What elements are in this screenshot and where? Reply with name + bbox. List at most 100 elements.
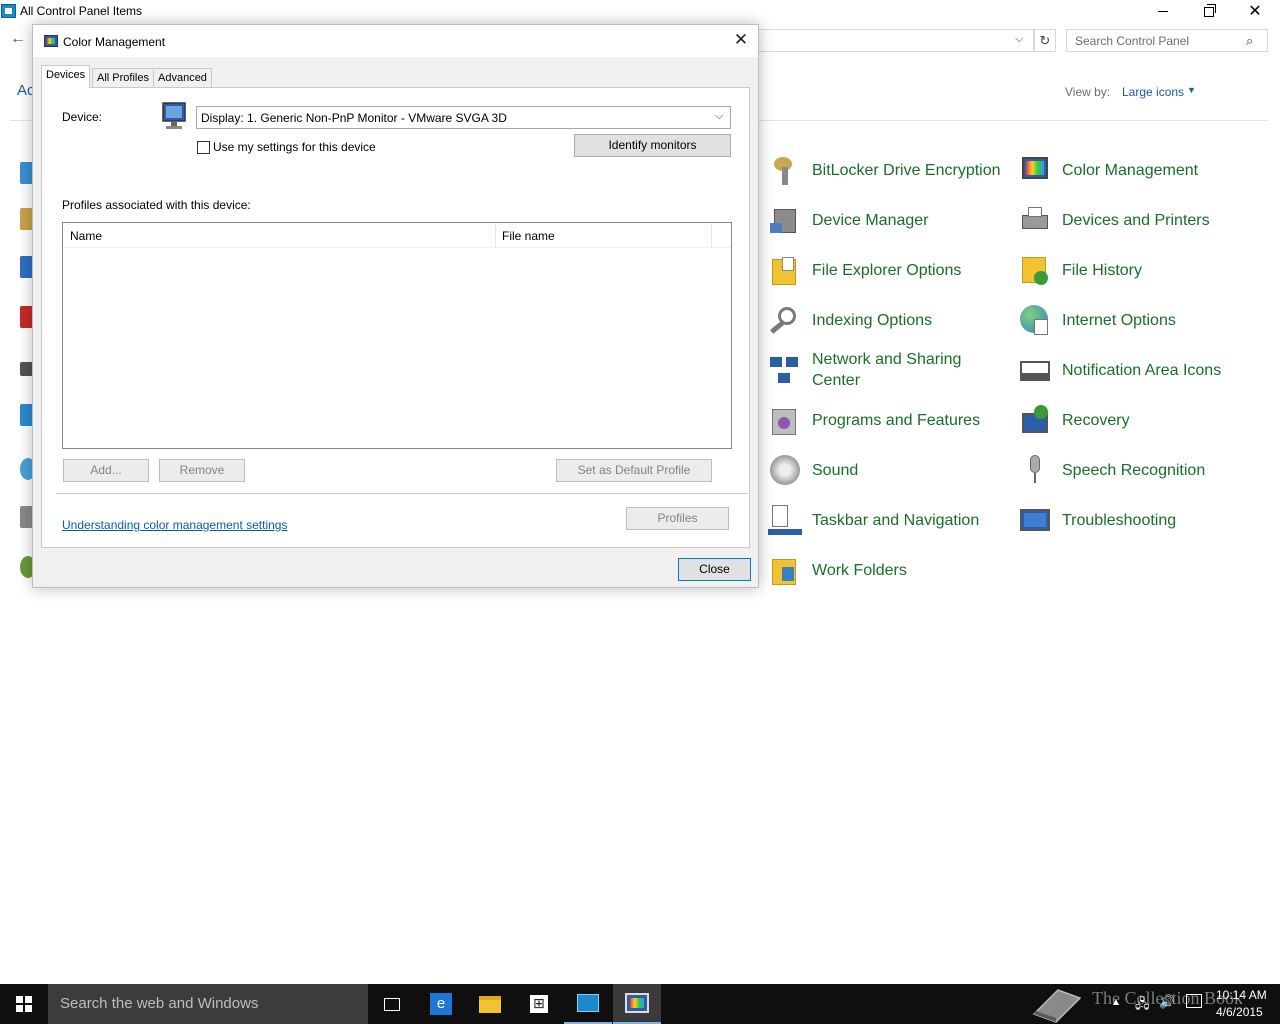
browser-icon: e [430, 993, 452, 1015]
chevron-down-icon[interactable]: ⌵ [715, 110, 723, 123]
taskbar-store[interactable] [515, 984, 563, 1024]
view-by-label: View by: [1065, 85, 1111, 99]
identify-monitors-button[interactable]: Identify monitors [574, 134, 731, 157]
clock-date[interactable]: 4/6/2015 [1216, 1005, 1263, 1019]
address-bar[interactable] [758, 29, 1034, 52]
programs-icon [768, 403, 802, 437]
tab-devices[interactable]: Devices [41, 65, 91, 88]
cp-item-troubleshooting[interactable]: Troubleshooting [1018, 503, 1176, 537]
cp-item-label: File History [1062, 261, 1143, 279]
minimize-icon [1158, 11, 1168, 12]
book-icon [1032, 989, 1082, 1023]
set-default-profile-button[interactable]: Set as Default Profile [556, 459, 712, 482]
column-header-name[interactable]: Name [63, 223, 496, 247]
store-icon [530, 995, 548, 1013]
use-my-settings-checkbox[interactable] [197, 141, 210, 154]
divider [63, 247, 731, 248]
cp-item-label: Troubleshooting [1062, 511, 1177, 529]
microphone-icon [1018, 453, 1052, 487]
cp-item-indexing-options[interactable]: Indexing Options [768, 303, 932, 337]
cp-item-label: Recovery [1062, 411, 1130, 429]
control-panel-titlebar: All Control Panel Items ✕ [0, 0, 1280, 23]
cp-item-speech-recognition[interactable]: Speech Recognition [1018, 453, 1205, 487]
search-control-panel-input[interactable]: Search Control Panel [1066, 29, 1268, 52]
cp-item-devices-printers[interactable]: Devices and Printers [1018, 203, 1210, 237]
search-icon: ⌕ [1246, 33, 1254, 48]
use-my-settings-label[interactable]: Use my settings for this device [213, 140, 376, 154]
column-header-file-name[interactable]: File name [496, 223, 712, 247]
cp-item-device-manager[interactable]: Device Manager [768, 203, 929, 237]
minimize-button[interactable] [1140, 0, 1186, 23]
profiles-list[interactable]: Name File name [62, 222, 732, 449]
view-by-dropdown[interactable]: Large icons [1122, 85, 1184, 99]
cp-item-label: Work Folders [812, 561, 907, 579]
tab-all-profiles[interactable]: All Profiles [92, 68, 154, 88]
close-icon: ✕ [1248, 2, 1262, 20]
network-icon[interactable]: 🖧 [1135, 995, 1150, 1017]
taskbar-color-management[interactable] [613, 984, 661, 1024]
cp-item-programs-features[interactable]: Programs and Features [768, 403, 980, 437]
cp-item-notification-area[interactable]: Notification Area Icons [1018, 353, 1221, 387]
cp-item-label: Notification Area Icons [1062, 361, 1222, 379]
file-history-icon [1018, 253, 1052, 287]
cp-item-internet-options[interactable]: Internet Options [1018, 303, 1176, 337]
cp-item-label: Indexing Options [812, 311, 933, 329]
color-management-icon [1018, 153, 1052, 187]
cp-item-sound[interactable]: Sound [768, 453, 858, 487]
back-arrow-icon[interactable]: ← [10, 30, 30, 50]
action-center-icon[interactable] [1186, 994, 1202, 1008]
cp-item-label: Sound [812, 461, 859, 479]
profiles-associated-label: Profiles associated with this device: [62, 198, 251, 212]
cp-item-label: Internet Options [1062, 311, 1176, 329]
control-panel-icon [577, 994, 599, 1012]
add-profile-button[interactable]: Add... [63, 459, 149, 482]
taskbar-control-panel[interactable] [564, 984, 612, 1024]
tab-advanced[interactable]: Advanced [153, 68, 212, 88]
cp-item-label: Network and Sharing Center [812, 351, 962, 389]
control-panel-app-icon [1, 4, 16, 18]
understanding-color-management-link[interactable]: Understanding color management settings [62, 518, 287, 532]
taskbar-file-explorer[interactable] [466, 984, 514, 1024]
dialog-close-button[interactable]: ✕ [729, 29, 753, 51]
cp-item-taskbar-navigation[interactable]: Taskbar and Navigation [768, 503, 979, 537]
device-dropdown[interactable]: Display: 1. Generic Non-PnP Monitor - VM… [196, 106, 731, 129]
cp-item-label: BitLocker Drive Encryption [812, 161, 1001, 179]
folder-options-icon [768, 253, 802, 287]
close-icon: ✕ [733, 30, 749, 49]
cp-item-work-folders[interactable]: Work Folders [768, 553, 907, 587]
cp-item-color-management[interactable]: Color Management [1018, 153, 1198, 187]
cp-item-label: File Explorer Options [812, 261, 962, 279]
refresh-button[interactable]: ↻ [1034, 29, 1056, 52]
clock-time[interactable]: 10:14 AM [1216, 988, 1267, 1002]
taskbar: Search the web and Windows e The Collect… [0, 984, 1280, 1024]
close-button[interactable]: Close [678, 558, 751, 581]
windows-logo-icon [16, 996, 32, 1012]
cp-item-label: Speech Recognition [1062, 461, 1206, 479]
speaker-icon [768, 453, 802, 487]
restore-icon [1204, 3, 1216, 17]
cp-item-recovery[interactable]: Recovery [1018, 403, 1130, 437]
caret-down-icon[interactable]: ▼ [1187, 85, 1196, 95]
close-window-button[interactable]: ✕ [1232, 0, 1278, 23]
chevron-down-icon[interactable]: ⌵ [1015, 33, 1029, 47]
restore-button[interactable] [1186, 0, 1232, 23]
taskbar-browser[interactable]: e [417, 984, 465, 1024]
start-button[interactable] [0, 984, 48, 1024]
indexing-icon [768, 303, 802, 337]
cp-item-label: Devices and Printers [1062, 211, 1210, 229]
cp-item-network-sharing[interactable]: Network and Sharing Center [768, 349, 982, 391]
task-view-button[interactable] [368, 984, 416, 1024]
task-view-icon [384, 997, 400, 1011]
cp-item-label: Programs and Features [812, 411, 981, 429]
remove-profile-button[interactable]: Remove [159, 459, 245, 482]
recovery-icon [1018, 403, 1052, 437]
color-management-icon [625, 993, 649, 1013]
profiles-button[interactable]: Profiles [626, 507, 729, 530]
cp-item-file-explorer-options[interactable]: File Explorer Options [768, 253, 961, 287]
volume-icon[interactable]: 🔊 [1159, 994, 1175, 1010]
cp-item-bitlocker[interactable]: BitLocker Drive Encryption [768, 153, 1001, 187]
taskbar-search-box[interactable]: Search the web and Windows [48, 984, 368, 1024]
device-label: Device: [62, 110, 103, 124]
cp-item-file-history[interactable]: File History [1018, 253, 1142, 287]
chevron-up-icon[interactable]: ▲ [1111, 997, 1121, 1008]
